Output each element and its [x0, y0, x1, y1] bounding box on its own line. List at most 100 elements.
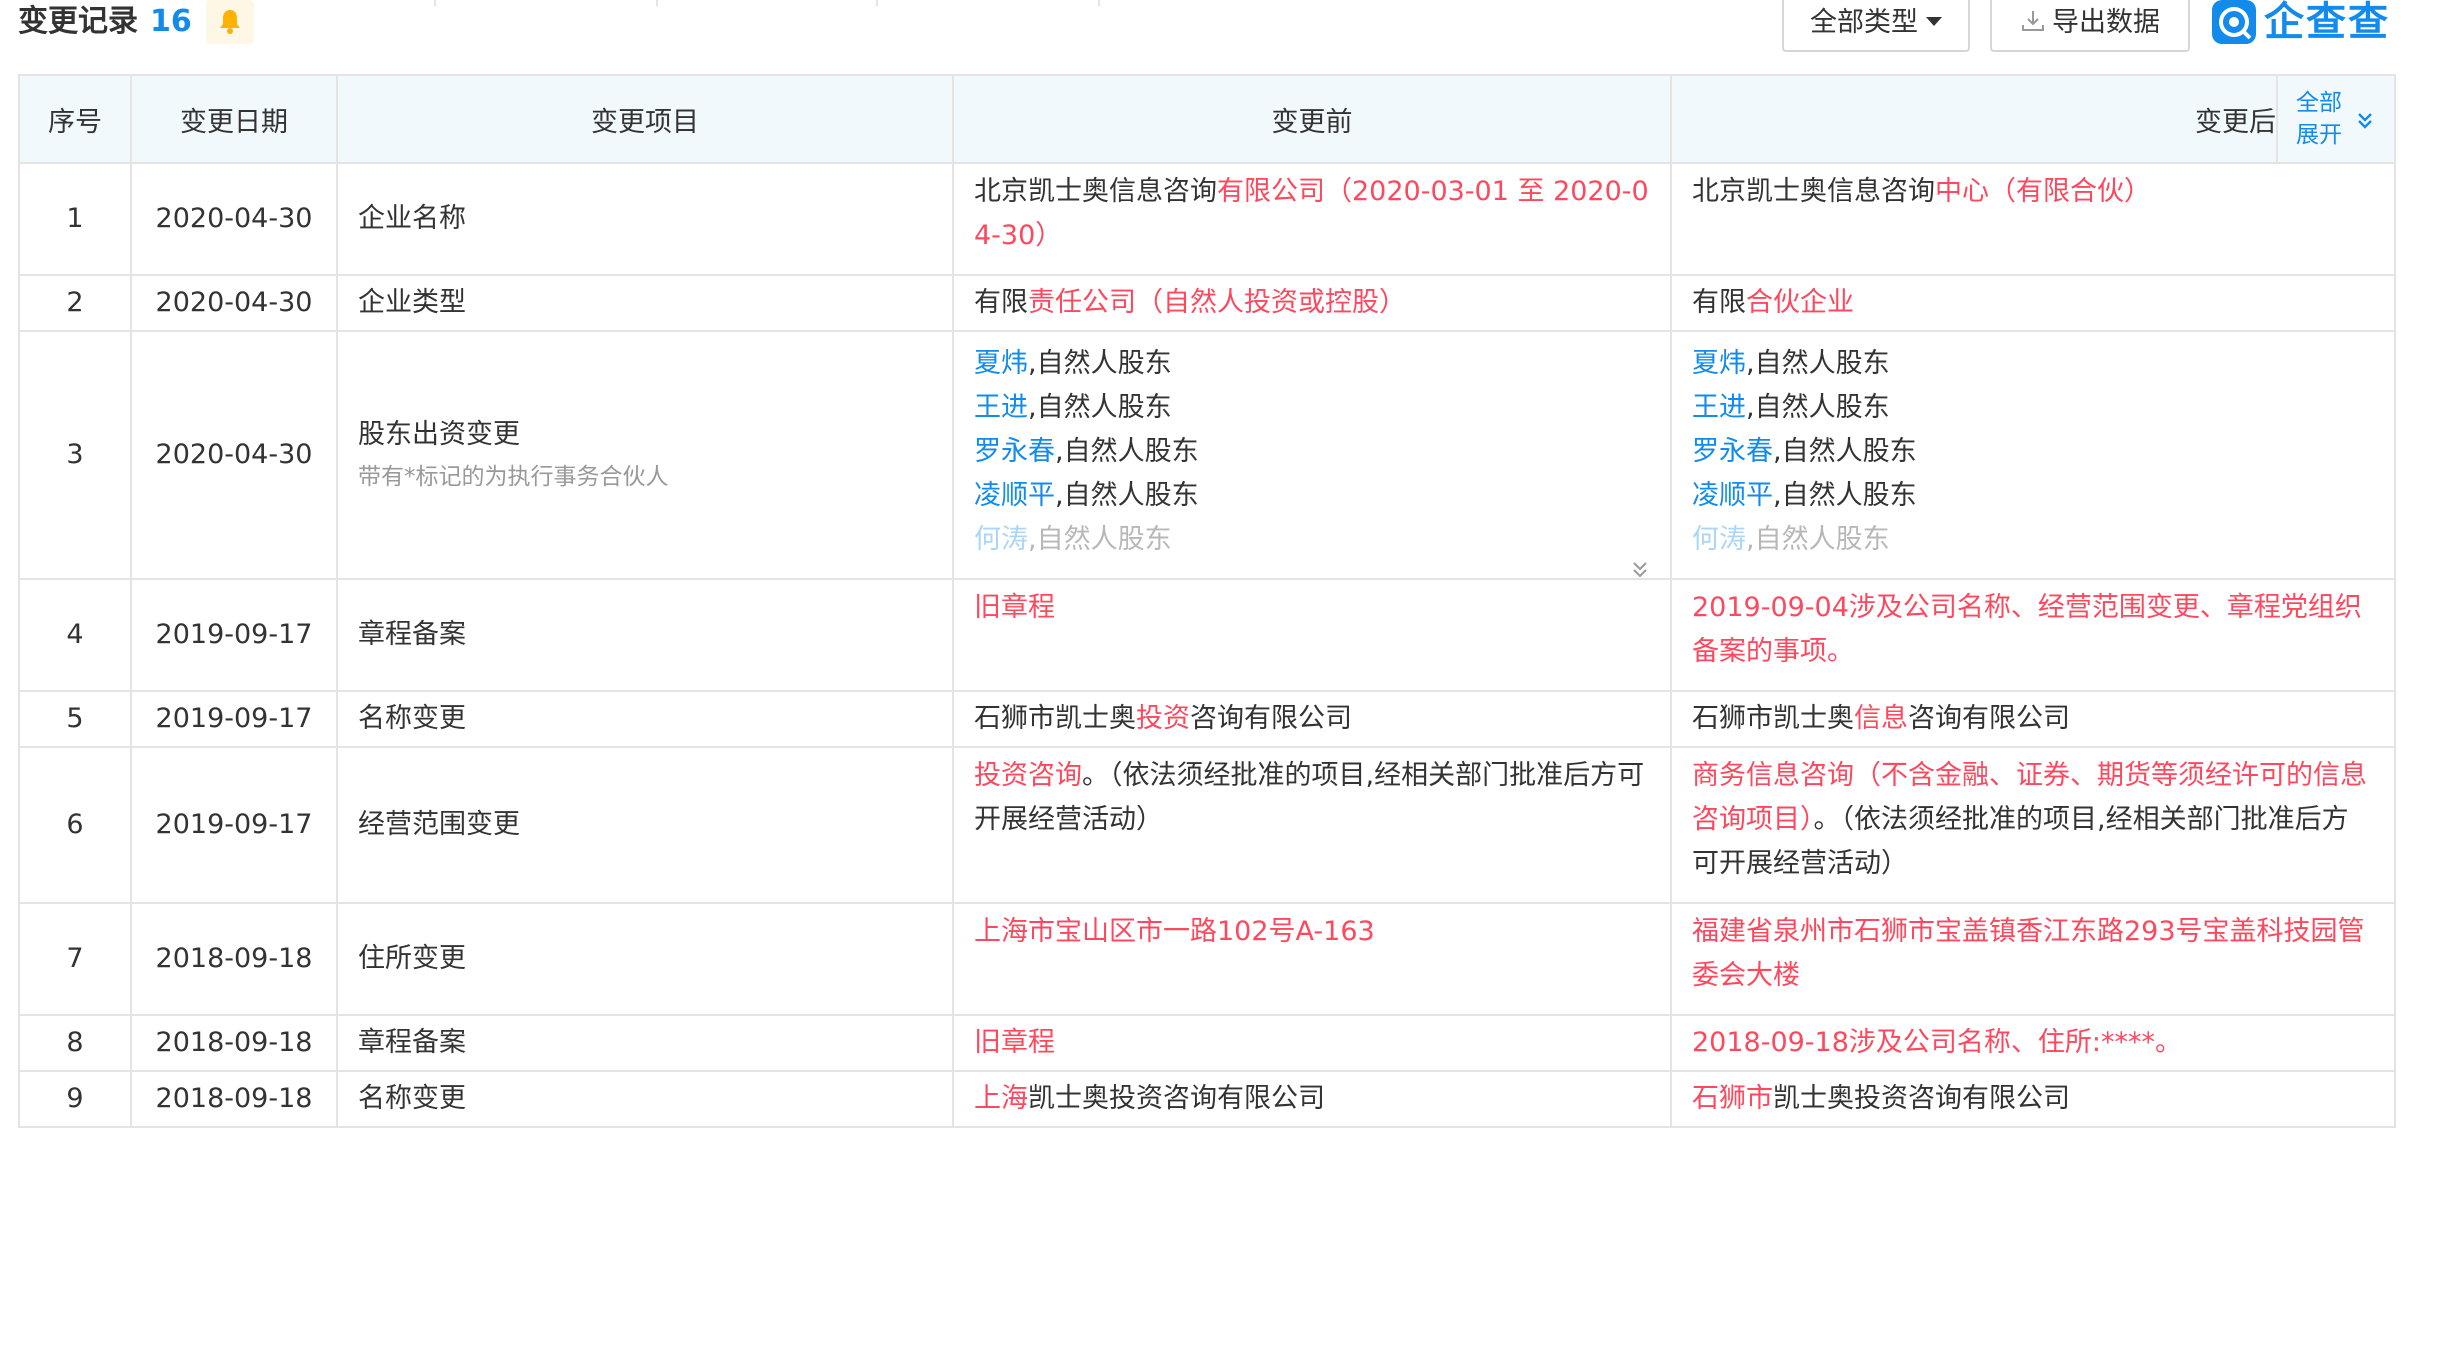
changed-text: 上海 [974, 1083, 1028, 1114]
unchanged-text: 北京凯士奥信息咨询 [974, 176, 1217, 207]
changed-text: 石狮市 [1692, 1083, 1773, 1114]
change-records-table: 序号 变更日期 变更项目 变更前 变更后 全部 展开 1 2020-04-30 企业… [18, 74, 2396, 1128]
type-filter-dropdown[interactable]: 全部类型 [1782, 0, 1970, 52]
change-item: 章程备案 [336, 578, 954, 692]
row-number: 6 [18, 746, 132, 904]
export-data-label: 导出数据 [2052, 7, 2160, 38]
change-date: 2019-09-17 [130, 690, 338, 748]
change-date: 2020-04-30 [130, 162, 338, 276]
shareholder-list: 夏炜,自然人股东 王进,自然人股东 罗永春,自然人股东 凌顺平,自然人股东 何涛,自然人… [1692, 342, 2374, 562]
shareholder-name-link[interactable]: 王进 [1692, 392, 1746, 423]
expand-all-toggle[interactable]: 全部 展开 [2276, 74, 2396, 164]
shareholder-name-link[interactable]: 罗永春 [974, 436, 1055, 467]
col-header-date: 变更日期 [130, 74, 338, 164]
shareholder-role: ,自然人股东 [1746, 348, 1890, 379]
change-item-label: 企业类型 [358, 287, 466, 318]
changed-text: 投资咨询 [974, 760, 1082, 791]
shareholder-item: 凌顺平,自然人股东 [1692, 474, 2374, 518]
table-row: 8 2018-09-18 章程备案 旧章程 2018-09-18涉及公司名称、住所:**… [18, 1014, 2396, 1072]
change-item-label: 章程备案 [358, 1027, 466, 1058]
shareholder-name-link[interactable]: 夏炜 [974, 348, 1028, 379]
change-item-label: 名称变更 [358, 703, 466, 734]
shareholder-item: 王进,自然人股东 [974, 386, 1650, 430]
shareholder-name-link[interactable]: 王进 [974, 392, 1028, 423]
shareholder-name-link[interactable]: 夏炜 [1692, 348, 1746, 379]
change-date: 2019-09-17 [130, 578, 338, 692]
expand-all-label-1: 全部 [2296, 90, 2342, 116]
value-after: 2018-09-18涉及公司名称、住所:****。 [1670, 1014, 2396, 1072]
table-row: 4 2019-09-17 章程备案 旧章程 2019-09-04涉及公司名称、经营范围变… [18, 578, 2396, 692]
col-header-after: 变更后 [1670, 74, 2278, 164]
changed-text: 2019-09-04涉及公司名称、经营范围变更、章程党组织备案的事项。 [1692, 592, 2362, 667]
value-after: 石狮市凯士奥信息咨询有限公司 [1670, 690, 2396, 748]
row-number: 9 [18, 1070, 132, 1128]
value-before: 投资咨询。（依法须经批准的项目,经相关部门批准后方可开展经营活动） [952, 746, 1672, 904]
tab-divider [656, 0, 658, 6]
shareholder-role: ,自然人股东 [1055, 436, 1199, 467]
table-row: 2 2020-04-30 企业类型 有限责任公司（自然人投资或控股） 有限合伙企业 [18, 274, 2396, 332]
change-item: 住所变更 [336, 902, 954, 1016]
row-number: 8 [18, 1014, 132, 1072]
change-item-label: 章程备案 [358, 619, 466, 650]
table-row: 3 2020-04-30 股东出资变更 带有*标记的为执行事务合伙人 夏炜,自然人股东王… [18, 330, 2396, 580]
value-after: 2019-09-04涉及公司名称、经营范围变更、章程党组织备案的事项。 [1670, 578, 2396, 692]
table-row: 7 2018-09-18 住所变更 上海市宝山区市一路102号A-163 福建省泉州市石… [18, 902, 2396, 1016]
unchanged-text: 凯士奥投资咨询有限公司 [1773, 1083, 2070, 1114]
value-after: 北京凯士奥信息咨询中心（有限合伙） [1670, 162, 2396, 276]
export-data-button[interactable]: 导出数据 [1990, 0, 2190, 52]
change-item-label: 企业名称 [358, 203, 466, 234]
unchanged-text: 凯士奥投资咨询有限公司 [1028, 1083, 1325, 1114]
tab-divider [434, 0, 436, 6]
shareholder-name-link[interactable]: 罗永春 [1692, 436, 1773, 467]
change-date: 2020-04-30 [130, 330, 338, 580]
changed-text: 旧章程 [974, 1027, 1055, 1058]
shareholder-item: 罗永春,自然人股东 [1692, 430, 2374, 474]
change-date: 2018-09-18 [130, 1014, 338, 1072]
change-item-label: 股东出资变更 [358, 419, 520, 450]
caret-down-icon [1926, 17, 1942, 26]
shareholder-name-link[interactable]: 何涛 [974, 524, 1028, 555]
changed-text: 信息 [1854, 703, 1908, 734]
change-item: 股东出资变更 带有*标记的为执行事务合伙人 [336, 330, 954, 580]
shareholder-name-link[interactable]: 何涛 [1692, 524, 1746, 555]
table-row: 6 2019-09-17 经营范围变更 投资咨询。（依法须经批准的项目,经相关部门批准… [18, 746, 2396, 904]
table-row: 5 2019-09-17 名称变更 石狮市凯士奥投资咨询有限公司 石狮市凯士奥信息咨询有… [18, 690, 2396, 748]
change-item-label: 住所变更 [358, 943, 466, 974]
double-chevron-down-icon [2358, 113, 2372, 129]
change-date: 2018-09-18 [130, 902, 338, 1016]
change-date: 2020-04-30 [130, 274, 338, 332]
table-row: 1 2020-04-30 企业名称 北京凯士奥信息咨询有限公司（2020-03-01 … [18, 162, 2396, 276]
bell-icon [220, 10, 240, 34]
col-header-before: 变更前 [952, 74, 1672, 164]
row-number: 2 [18, 274, 132, 332]
changed-text: 福建省泉州市石狮市宝盖镇香江东路293号宝盖科技园管委会大楼 [1692, 916, 2365, 991]
changed-text: 上海市宝山区市一路102号A-163 [974, 916, 1375, 947]
shareholder-role: ,自然人股东 [1055, 480, 1199, 511]
download-icon [2022, 10, 2044, 31]
shareholder-item: 夏炜,自然人股东 [1692, 342, 2374, 386]
shareholder-name-link[interactable]: 凌顺平 [1692, 480, 1773, 511]
value-after: 福建省泉州市石狮市宝盖镇香江东路293号宝盖科技园管委会大楼 [1670, 902, 2396, 1016]
shareholder-name-link[interactable]: 凌顺平 [974, 480, 1055, 511]
tab-divider [876, 0, 878, 6]
value-before: 北京凯士奥信息咨询有限公司（2020-03-01 至 2020-04-30） [952, 162, 1672, 276]
unchanged-text: 有限 [1692, 287, 1746, 318]
changed-text: 责任公司（自然人投资或控股） [1028, 287, 1406, 318]
shareholder-role: ,自然人股东 [1773, 480, 1917, 511]
row-number: 3 [18, 330, 132, 580]
table-header-row: 序号 变更日期 变更项目 变更前 变更后 全部 展开 [18, 74, 2396, 164]
value-before: 有限责任公司（自然人投资或控股） [952, 274, 1672, 332]
value-before: 旧章程 [952, 1014, 1672, 1072]
value-after: 有限合伙企业 [1670, 274, 2396, 332]
change-item: 章程备案 [336, 1014, 954, 1072]
record-count-badge: 16 [150, 4, 192, 39]
value-before: 夏炜,自然人股东 王进,自然人股东 罗永春,自然人股东 凌顺平,自然人股东 何涛,自然人… [952, 330, 1672, 580]
tab-divider [1098, 0, 1100, 6]
monitor-bell-button[interactable] [206, 0, 254, 44]
logo-mark-icon [2212, 0, 2256, 44]
changed-text: 中心（有限合伙） [1935, 176, 2151, 207]
expand-row-chevron-icon[interactable] [1630, 560, 1650, 580]
row-number: 4 [18, 578, 132, 692]
shareholder-role: ,自然人股东 [1746, 524, 1890, 555]
shareholder-item: 王进,自然人股东 [1692, 386, 2374, 430]
